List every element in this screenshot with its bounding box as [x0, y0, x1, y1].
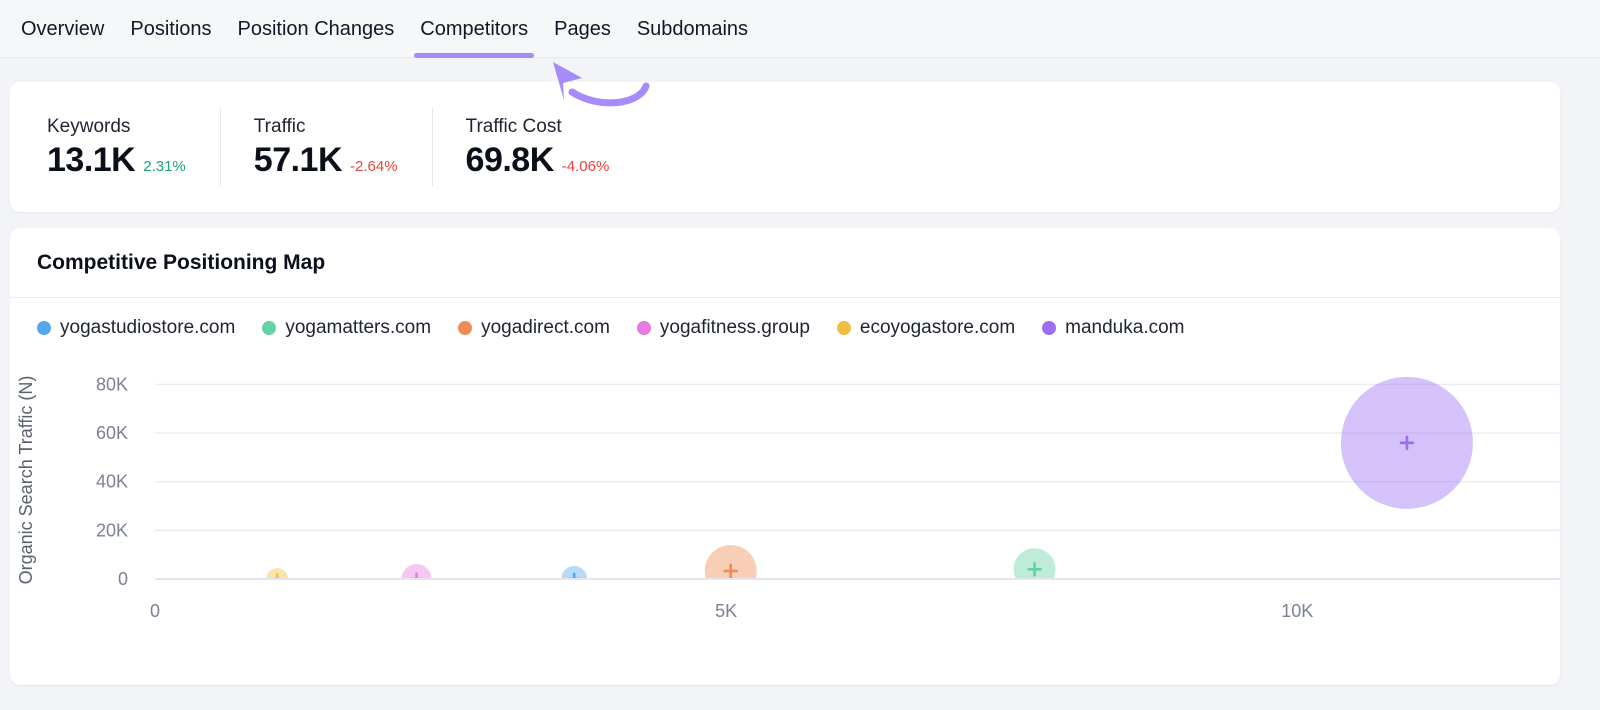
tab-overview[interactable]: Overview [8, 0, 117, 58]
metric-value-row: 69.8K -4.06% [466, 143, 610, 177]
legend-item-yogadirect-com[interactable]: yogadirect.com [458, 318, 610, 337]
tab-subdomains[interactable]: Subdomains [624, 0, 761, 58]
metric-value: 13.1K [47, 141, 136, 179]
tab-positions[interactable]: Positions [117, 0, 224, 58]
metric-value: 57.1K [253, 141, 343, 179]
chart-legend: yogastudiostore.com yogamatters.com yogadi… [10, 298, 1560, 337]
metric-value: 69.8K [465, 141, 555, 179]
legend-label: ecoyogastore.com [859, 317, 1016, 339]
y-tick-label: 60K [96, 423, 128, 443]
metric-value-row: 13.1K 2.31% [47, 143, 186, 177]
x-tick-label: 5K [715, 601, 737, 621]
metric-delta: 2.31% [143, 158, 186, 175]
competitive-positioning-map-card: Competitive Positioning Map yogastudiost… [10, 228, 1560, 685]
legend-label: yogadirect.com [481, 317, 610, 339]
legend-item-ecoyogastore-com[interactable]: ecoyogastore.com [836, 317, 1016, 339]
legend-color-dot-icon [1042, 320, 1057, 335]
tab-position-changes[interactable]: Position Changes [225, 0, 408, 58]
tab-pages[interactable]: Pages [541, 0, 624, 58]
legend-item-manduka-com[interactable]: manduka.com [1042, 317, 1185, 339]
legend-color-dot-icon [37, 320, 51, 335]
metric-value-row: 57.1K -2.64% [254, 143, 398, 177]
legend-color-dot-icon [262, 320, 277, 335]
legend-color-dot-icon [636, 320, 651, 335]
metric-keywords: Keywords 13.1K 2.31% [47, 108, 220, 186]
metric-label: Keywords [47, 116, 131, 137]
tab-bar: Overview Positions Position Changes Competi… [0, 0, 1600, 58]
legend-color-dot-icon [836, 320, 851, 335]
metric-traffic: Traffic 57.1K -2.64% [219, 108, 432, 186]
y-tick-label: 80K [96, 375, 128, 395]
metric-label: Traffic Cost [465, 116, 562, 137]
scatter-plot-svg: 0 20K 40K 60K 80K 0 5K 10K Organic Search Traffi… [16, 375, 1560, 621]
legend-label: yogamatters.com [285, 317, 432, 339]
y-tick-label: 20K [96, 521, 128, 541]
metric-traffic-cost: Traffic Cost 69.8K -4.06% [431, 108, 644, 186]
y-tick-label: 40K [96, 472, 128, 492]
tab-competitors[interactable]: Competitors [407, 0, 541, 58]
summary-metrics-card: Keywords 13.1K 2.31% Traffic 57.1K -2.64% Traf… [10, 82, 1560, 212]
metric-label: Traffic [253, 116, 306, 137]
x-tick-label: 10K [1281, 601, 1313, 621]
y-tick-label: 0 [118, 569, 128, 589]
card-title: Competitive Positioning Map [37, 251, 326, 274]
legend-item-yogafitness-group[interactable]: yogafitness.group [636, 317, 810, 339]
metric-delta: -4.06% [561, 158, 610, 175]
metric-delta: -2.64% [350, 158, 398, 175]
y-axis-title: Organic Search Traffic (N) [16, 376, 36, 585]
x-tick-label: 0 [150, 601, 160, 621]
plot-area: 0 20K 40K 60K 80K 0 5K 10K Organic Search Traffi… [10, 337, 1560, 657]
legend-label: manduka.com [1065, 317, 1185, 339]
legend-item-yogastudiostore-com[interactable]: yogastudiostore.com [37, 318, 235, 337]
legend-color-dot-icon [458, 320, 473, 335]
bubble-layer [266, 377, 1473, 580]
legend-label: yogastudiostore.com [60, 317, 236, 339]
legend-item-yogamatters-com[interactable]: yogamatters.com [262, 318, 431, 337]
legend-label: yogafitness.group [659, 317, 810, 339]
